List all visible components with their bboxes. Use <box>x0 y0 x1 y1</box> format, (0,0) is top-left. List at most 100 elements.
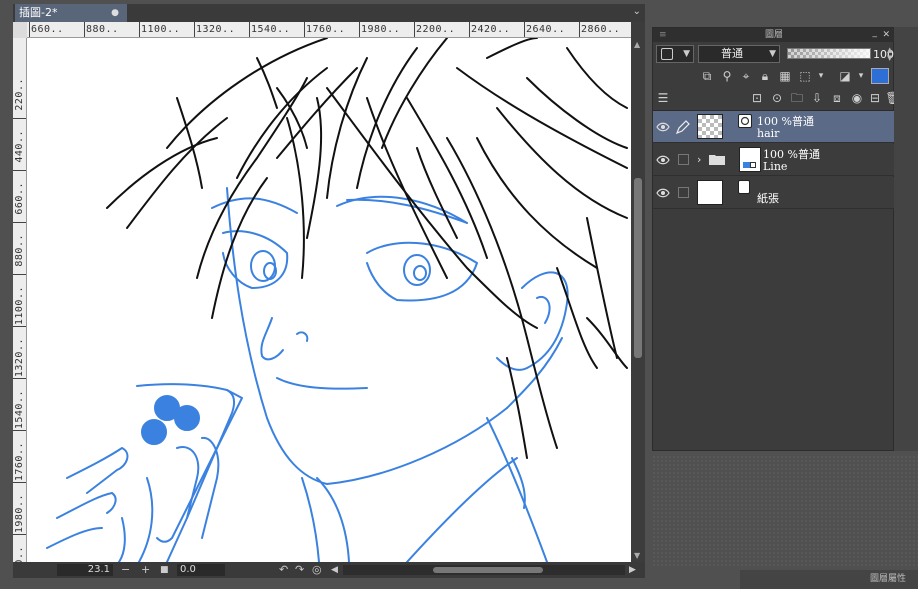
layer-thumbnail <box>697 114 723 139</box>
zoom-out-icon[interactable]: − <box>121 563 130 577</box>
close-icon[interactable]: ✕ <box>882 28 890 42</box>
chevron-down-icon[interactable]: ▾ <box>813 68 829 84</box>
opacity-spinner-icon[interactable]: ▲ ▼ <box>887 46 892 62</box>
horizontal-scroll-thumb[interactable] <box>433 567 543 573</box>
panel-title: 圖層 <box>764 30 783 40</box>
clip-layer-icon[interactable]: ⧉ <box>699 68 715 84</box>
folder-icon <box>709 153 725 165</box>
layer-name: 紙張 <box>757 192 779 205</box>
reference-layer-icon[interactable]: ⚲ <box>719 68 735 84</box>
layer-color-select[interactable]: ▼ <box>656 45 694 63</box>
ruler-horizontal[interactable]: 660.. 880.. 1100.. 1320.. 1540.. 1760.. 1980..… <box>27 22 631 38</box>
new-raster-layer-icon[interactable]: ⊡ <box>749 90 765 106</box>
tab-document[interactable]: 插圖-2* ● <box>15 4 127 22</box>
ruler-tick <box>579 22 580 37</box>
status-bar: 23.1 − + ■ 0.0 ↶ ↷ ◎ ◀ ▶ <box>13 562 645 578</box>
ruler-vertical[interactable]: 220.. 440.. 660.. 880.. 1100.. 1320.. 1540.. 17… <box>13 38 27 562</box>
ruler-label: 660.. <box>31 24 64 35</box>
blend-mode-value: 普通 <box>721 47 743 60</box>
eye-icon[interactable] <box>656 153 670 167</box>
vector-layer-icon <box>738 114 752 128</box>
lock-layer-icon[interactable]: 🔒︎ <box>757 68 773 84</box>
chevron-right-icon[interactable]: › <box>697 153 701 166</box>
ruler-tick <box>249 22 250 37</box>
layer-name: hair <box>757 127 780 140</box>
draft-layer-icon[interactable]: ⌖ <box>738 68 754 84</box>
rotate-left-icon[interactable]: ↶ <box>279 563 288 577</box>
chevron-down-icon[interactable]: ⌄ <box>633 6 641 17</box>
ruler-label: 1320.. <box>14 338 25 378</box>
mask-icon[interactable]: ⬚ <box>797 68 813 84</box>
new-vector-layer-icon[interactable]: ⊙ <box>769 90 785 106</box>
minimize-icon[interactable]: _ <box>873 26 878 40</box>
rotation-angle-field[interactable]: 0.0 <box>177 564 225 576</box>
ruler-label: 1760.. <box>306 24 346 35</box>
ruler-tick <box>194 22 195 37</box>
ruler-tick <box>13 222 26 223</box>
opacity-slider[interactable] <box>787 48 871 59</box>
apply-mask-icon[interactable]: ⊟ <box>867 90 883 106</box>
vertical-scrollbar[interactable]: ▲ ▼ <box>631 38 645 562</box>
lock-transparency-icon[interactable]: ▦ <box>777 68 793 84</box>
panel-side-strip <box>894 27 918 451</box>
ruler-label: 2200.. <box>416 24 456 35</box>
ruler-label: 1100.. <box>14 286 25 326</box>
ruler-label: 660.. <box>14 182 25 215</box>
horizontal-scrollbar[interactable] <box>343 565 625 575</box>
layer-color-swatch-icon[interactable] <box>871 68 889 84</box>
panel-title-bar[interactable]: ≡ 圖層 _ ✕ <box>653 28 895 42</box>
canvas-window: 插圖-2* ● ⌄ 660.. 880.. 1100.. 1320.. 1540.. 17… <box>13 4 645 578</box>
chevron-down-icon: ▼ <box>769 49 776 59</box>
stop-icon[interactable]: ■ <box>160 563 169 577</box>
ruler-tick <box>414 22 415 37</box>
sketch-artwork <box>46 38 628 562</box>
layer-row-line[interactable]: › 100 %普通 Line <box>653 144 895 176</box>
vertical-scroll-thumb[interactable] <box>634 178 642 358</box>
rotate-right-icon[interactable]: ↷ <box>295 563 304 577</box>
drawing-canvas[interactable] <box>27 38 631 562</box>
color-square-icon <box>661 48 673 60</box>
layer-name: Line <box>763 160 788 173</box>
ruler-tick <box>139 22 140 37</box>
layer-thumbnail <box>739 147 761 172</box>
ruler-label: 220.. <box>14 78 25 111</box>
ruler-label: 880.. <box>14 234 25 267</box>
merge-layer-icon[interactable]: ⧈ <box>829 90 845 106</box>
scroll-up-icon[interactable]: ▲ <box>634 40 640 49</box>
grip-icon[interactable]: ≡ <box>659 28 667 42</box>
pencil-icon <box>675 119 691 135</box>
eye-icon[interactable] <box>656 186 670 200</box>
layer-row-paper[interactable]: 紙張 <box>653 177 895 209</box>
chevron-down-icon[interactable]: ▾ <box>853 68 869 84</box>
eye-icon[interactable] <box>656 120 670 134</box>
ruler-tick <box>13 326 26 327</box>
zoom-in-icon[interactable]: + <box>141 563 150 577</box>
scroll-right-icon[interactable]: ▶ <box>629 563 636 577</box>
blend-opacity-row: ▼ 普通 ▼ 100 ▲ ▼ <box>653 43 895 65</box>
ruler-tick <box>13 378 26 379</box>
scroll-left-icon[interactable]: ◀ <box>331 563 338 577</box>
ruler-tick <box>13 118 26 119</box>
create-mask-icon[interactable]: ◉ <box>849 90 865 106</box>
scroll-down-icon[interactable]: ▼ <box>634 551 640 560</box>
layer-list-icon[interactable]: ☰ <box>655 90 671 106</box>
chevron-down-icon: ▼ <box>683 49 690 59</box>
ruler-label: 2640.. <box>526 24 566 35</box>
zoom-field[interactable]: 23.1 <box>57 564 113 576</box>
lock-checkbox[interactable] <box>678 187 689 198</box>
new-folder-icon[interactable]: 🗀 <box>789 90 805 106</box>
ruler-label: 1980.. <box>14 494 25 534</box>
tab-title: 插圖-2* <box>19 6 58 19</box>
ruler-corner <box>13 22 27 38</box>
paper-layer-icon <box>738 180 750 194</box>
transfer-down-icon[interactable]: ⇩ <box>809 90 825 106</box>
blend-mode-select[interactable]: 普通 ▼ <box>698 45 780 63</box>
panel-dock-area <box>652 455 918 567</box>
layer-row-hair[interactable]: 100 %普通 hair <box>653 111 895 143</box>
layer-property-tab[interactable]: 圖層屬性 <box>740 570 918 589</box>
lock-checkbox[interactable] <box>678 154 689 165</box>
ruler-label: 1980.. <box>361 24 401 35</box>
layer-thumbnail <box>697 180 723 205</box>
reset-rotation-icon[interactable]: ◎ <box>312 563 322 577</box>
layer-color-icon[interactable]: ◪ <box>837 68 853 84</box>
